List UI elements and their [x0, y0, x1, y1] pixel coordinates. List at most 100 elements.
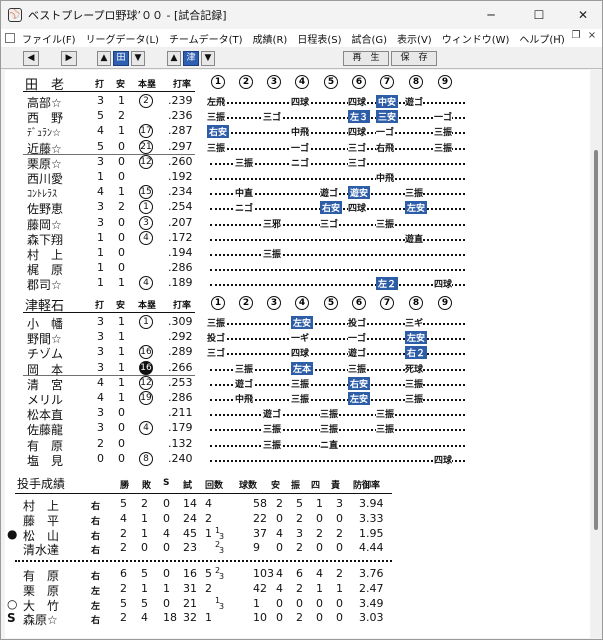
team-b-at-bat-result: 四球 [291, 346, 310, 360]
menu-item-5[interactable]: 試合(G) [347, 31, 393, 46]
team-a-at-bats: 1 [97, 170, 104, 183]
prev-arrow-icon[interactable]: ◀ [23, 51, 39, 66]
team-b-pitching-era: 3.03 [359, 611, 384, 625]
team-b-header-bat: 打 [95, 301, 105, 311]
team-b-pitching-throwing-hand: 左 [91, 586, 101, 597]
pitching-header-7: 振 [291, 481, 301, 491]
menu-item-6[interactable]: 表示(V) [393, 31, 438, 46]
menu-item-1[interactable]: リーグデータ(L) [82, 31, 165, 46]
team-a-at-bat-result: 一ゴ [291, 140, 310, 154]
team-a-pitching-stat: 3 [296, 526, 303, 540]
up-arrow-icon-b[interactable]: ▲ [167, 51, 181, 66]
team-b-at-bat-result: 三振 [405, 392, 424, 405]
team-b-pitching-stat: 4 [276, 567, 283, 580]
team-b-header-rule [23, 312, 195, 313]
team-b-pitching-stat: 1 [336, 581, 343, 595]
team-b-at-bats: 3 [97, 406, 104, 420]
menu-item-3[interactable]: 成績(R) [249, 31, 294, 46]
pitching-title: 投手成績 [17, 477, 66, 491]
team-a-pitching-stat: 1 [316, 497, 323, 510]
team-a-batting-average: .192 [168, 170, 193, 183]
team-a-inning-6: 6 [352, 75, 366, 89]
team-a-at-bat-result: 三ゴ [263, 110, 282, 124]
team-a-batting-average: .260 [168, 154, 193, 168]
team-b-home-runs: 16 [139, 360, 153, 375]
team-a-at-bat-result: 遊安 [348, 186, 371, 200]
team-a-home-runs: 3 [139, 215, 153, 230]
team-b-at-bats: 3 [97, 315, 104, 328]
team-a-at-bats: 4 [97, 124, 104, 138]
team-a-home-runs: 2 [139, 94, 153, 108]
pitching-header-0: 勝 [120, 481, 130, 491]
next-arrow-icon[interactable]: ▶ [61, 51, 77, 66]
team-b-inning-2: 2 [239, 296, 253, 310]
team-b-pitching-innings-fraction-den: 3 [219, 601, 225, 611]
team-b-at-bat-result: 右安 [348, 376, 371, 390]
replay-button[interactable]: 再 生 [343, 51, 389, 66]
up-arrow-icon[interactable]: ▲ [97, 51, 111, 66]
team-a-batting-average: .286 [168, 261, 193, 275]
vertical-scrollbar[interactable] [591, 70, 602, 638]
team-a-hits: 0 [118, 215, 125, 229]
team-a-at-bat-result: 三振 [434, 125, 453, 139]
team-b-pitching-era: 2.47 [359, 581, 384, 595]
team-a-button[interactable]: 田 [113, 51, 129, 66]
team-b-pitching-stat: 0 [336, 596, 343, 610]
team-b-home-runs: 4 [139, 421, 153, 436]
child-close-button[interactable]: × [585, 30, 599, 41]
maximize-button[interactable]: ☐ [517, 1, 561, 29]
team-a-header-avg: 打率 [173, 80, 192, 90]
team-a-at-bat-result: 四球 [434, 277, 453, 291]
team-a-batting-average: .236 [168, 109, 193, 123]
child-minimize-button[interactable]: – [553, 30, 567, 41]
team-b-home-runs: 1 [139, 315, 153, 329]
team-a-pitching-stat: 0 [276, 511, 283, 525]
pitching-header-2: S [163, 478, 170, 488]
menu-bar: ファイル(F) リーグデータ(L) チームデータ(T) 成績(R) 日程表(S) 試合(G… [1, 29, 602, 47]
menu-item-0[interactable]: ファイル(F) [18, 31, 82, 46]
menu-item-4[interactable]: 日程表(S) [293, 31, 347, 46]
team-a-at-bat-result: ニゴ [291, 155, 310, 169]
team-a-pitching-stat: 3 [336, 497, 343, 510]
team-a-result-dots [210, 132, 465, 135]
minimize-button[interactable]: ─ [469, 1, 513, 29]
team-a-at-bats: 3 [97, 200, 104, 214]
down-arrow-icon-b[interactable]: ▼ [201, 51, 215, 66]
menu-item-7[interactable]: ウィンドウ(W) [438, 31, 516, 46]
team-a-result-dots [210, 269, 465, 272]
close-button[interactable]: ✕ [561, 1, 602, 29]
down-arrow-icon[interactable]: ▼ [131, 51, 145, 66]
team-b-at-bat-result: 三振 [320, 422, 339, 436]
menu-item-2[interactable]: チームデータ(T) [165, 31, 249, 46]
team-b-at-bat-result: 左安 [405, 331, 428, 345]
team-a-pitching-stat: 45 [183, 526, 197, 540]
scrollbar-thumb[interactable] [594, 150, 598, 530]
team-a-hits: 2 [118, 109, 125, 123]
team-b-at-bat-result: 三振 [263, 437, 282, 451]
team-a-at-bat-result: 左２ [376, 277, 399, 291]
team-a-pitching-throwing-hand: 右 [91, 546, 101, 557]
team-a-at-bat-result: 三振 [235, 155, 254, 169]
team-b-pitching-era: 3.76 [359, 567, 384, 580]
team-a-home-runs: 4 [139, 276, 153, 291]
team-a-pitching-stat: 0 [276, 541, 283, 555]
team-b-home-runs: 16 [139, 345, 153, 360]
team-a-inning-8: 8 [409, 75, 423, 89]
team-a-batting-average: .189 [168, 276, 193, 290]
team-a-at-bats: 3 [97, 154, 104, 168]
team-a-pitching-era: 3.33 [359, 511, 384, 525]
team-b-home-runs: 12 [139, 375, 153, 390]
team-a-pitching-stat: 9 [253, 541, 260, 555]
save-button[interactable]: 保 存 [391, 51, 437, 66]
team-a-pitching-stat: 2 [120, 541, 127, 555]
team-a-at-bat-result: 左安 [405, 201, 428, 215]
team-b-inning-5: 5 [324, 296, 338, 310]
team-b-batting-average: .211 [168, 406, 193, 420]
child-restore-button[interactable]: ❐ [569, 30, 583, 41]
team-b-button[interactable]: 津 [183, 51, 199, 66]
team-b-at-bat-result: 一ギ [291, 331, 310, 345]
team-a-pitching-stat: 2 [296, 541, 303, 555]
pitching-header-rule [15, 493, 392, 494]
team-b-hits: 1 [118, 330, 125, 344]
team-b-at-bats: 3 [97, 421, 104, 435]
